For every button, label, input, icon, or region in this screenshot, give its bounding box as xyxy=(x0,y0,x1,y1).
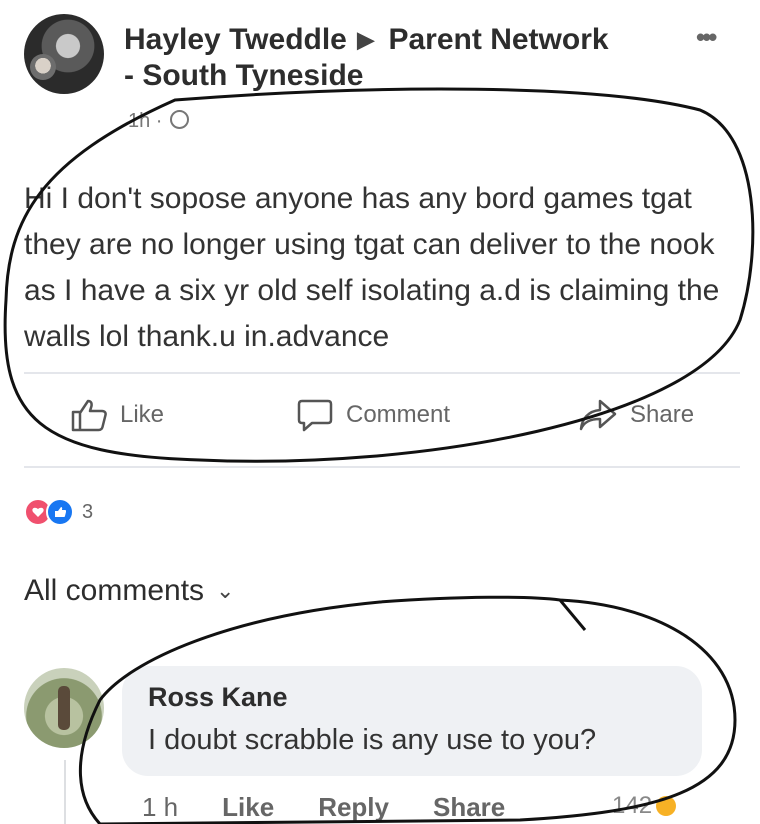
commenter-avatar[interactable] xyxy=(24,668,104,748)
like-reaction-icon xyxy=(46,498,74,526)
haha-reaction-icon xyxy=(656,796,677,816)
comment-reaction-count[interactable]: 142 xyxy=(612,792,677,820)
comments-filter[interactable]: All comments ⌄ xyxy=(24,574,234,608)
post-header: Hayley Tweddle ▶ Parent Network - South … xyxy=(0,0,760,110)
more-options-icon[interactable]: ••• xyxy=(696,22,717,53)
reaction-count: 3 xyxy=(82,500,94,523)
comment-like-count: 142 xyxy=(612,792,653,819)
author-line: Hayley Tweddle ▶ Parent Network - South … xyxy=(124,22,684,94)
comment-bubble: Ross Kane I doubt scrabble is any use to… xyxy=(122,666,702,776)
avatar-figure xyxy=(58,686,70,730)
share-button[interactable]: Share xyxy=(578,398,694,432)
like-label: Like xyxy=(120,401,165,428)
comment-share-button[interactable]: Share xyxy=(433,792,505,823)
group-name-line2[interactable]: - South Tyneside xyxy=(124,59,363,92)
share-icon xyxy=(579,399,617,431)
comment-time[interactable]: 1 h xyxy=(142,792,178,823)
thumbs-up-icon xyxy=(71,399,107,432)
comment-reply-button[interactable]: Reply xyxy=(318,792,389,823)
post-text: Hi I don't sopose anyone has any bord ga… xyxy=(24,182,720,353)
group-name[interactable]: Parent Network xyxy=(388,23,608,56)
comment-icon xyxy=(297,399,333,432)
post-time[interactable]: 1h xyxy=(128,110,150,132)
comment-label: Comment xyxy=(346,401,451,428)
author-name[interactable]: Hayley Tweddle xyxy=(124,23,347,56)
comment-actions: 1 h Like Reply Share xyxy=(142,792,549,823)
post-meta: 1h · xyxy=(128,110,190,133)
arrow-right-icon: ▶ xyxy=(357,27,375,52)
comment-text: I doubt scrabble is any use to you? xyxy=(148,724,597,756)
comments-filter-label: All comments xyxy=(24,574,205,607)
chevron-down-icon: ⌄ xyxy=(216,578,235,603)
share-label: Share xyxy=(630,401,695,428)
comment-like-button[interactable]: Like xyxy=(222,792,274,823)
thread-line xyxy=(64,760,66,824)
like-button[interactable]: Like xyxy=(70,398,164,432)
globe-icon xyxy=(170,110,190,129)
commenter-name[interactable]: Ross Kane xyxy=(148,682,288,713)
reactions-summary[interactable]: 3 xyxy=(24,498,93,526)
divider xyxy=(24,372,740,374)
comment-button[interactable]: Comment xyxy=(296,398,450,432)
author-avatar[interactable] xyxy=(24,14,104,94)
avatar-child-face xyxy=(30,54,56,80)
divider xyxy=(24,466,740,468)
